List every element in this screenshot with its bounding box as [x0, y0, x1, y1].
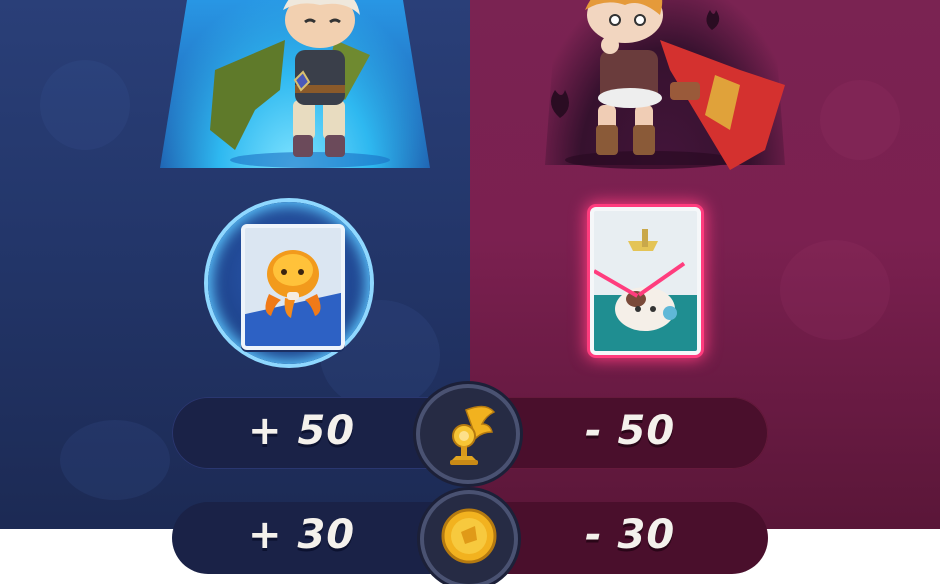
coin-badge: [424, 494, 514, 584]
trophy-badge: [420, 388, 516, 480]
decor-blob: [780, 240, 890, 340]
decor-blob: [40, 60, 130, 150]
decor-blob: [820, 80, 900, 160]
loser-hero-card: [590, 207, 701, 355]
trophy-gain-value: + 50: [248, 408, 356, 454]
winner-character: [210, 0, 390, 168]
coin-gain-value: + 30: [248, 512, 356, 558]
decor-blob: [60, 420, 170, 500]
winged-trophy-icon: [450, 405, 496, 465]
winner-hero-card: [241, 224, 345, 350]
gold-coin-icon: [441, 508, 497, 564]
trophy-loss-value: - 50: [585, 408, 676, 454]
coin-loss-value: - 30: [585, 512, 676, 558]
loser-character: [551, 0, 785, 170]
octopus-pet-icon: [265, 250, 321, 318]
